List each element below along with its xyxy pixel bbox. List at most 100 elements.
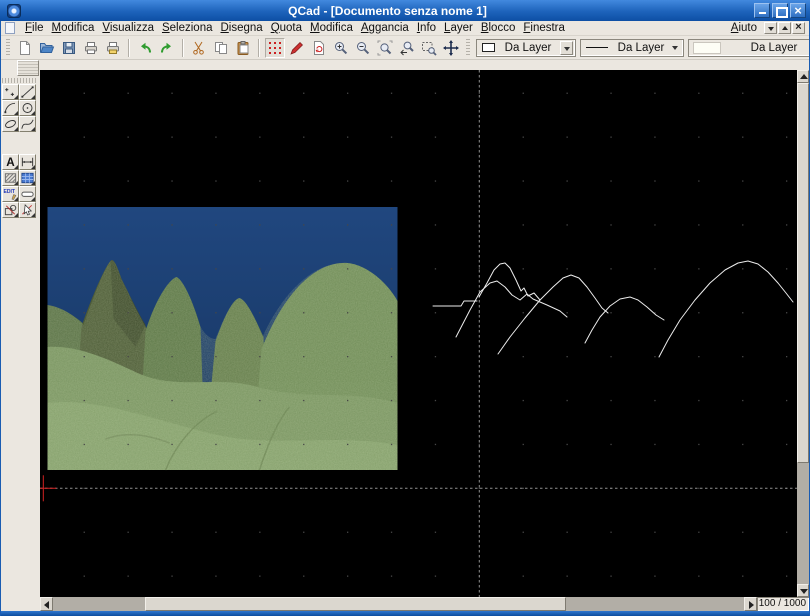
points-tool-button[interactable] [2,84,19,100]
print-icon [83,40,99,56]
text-tool-button[interactable]: A [2,154,19,170]
main-toolbar: Da Layer Da Layer Da Layer [0,36,810,60]
menu-file[interactable]: File [21,22,48,34]
edit-tool-button[interactable]: EDIT [2,186,19,202]
minimize-button[interactable] [754,3,770,18]
submenu-corner-icon [31,181,35,185]
cut-button[interactable] [189,38,209,58]
arcs-tool-button[interactable] [2,100,19,116]
menu-disegna[interactable]: Disegna [216,22,266,34]
ellipses-tool-button[interactable] [2,116,19,132]
zoom-previous-button[interactable] [397,38,417,58]
menu-finestra[interactable]: Finestra [519,22,569,34]
dimensions-tool-button[interactable] [19,154,36,170]
image-tool-button[interactable] [19,170,36,186]
paste-icon [235,40,251,56]
redo-button[interactable] [157,38,177,58]
arrow-down-icon [800,589,808,594]
qcad-app-icon [7,4,21,18]
draft-mode-button[interactable] [287,38,307,58]
mdi-restore-button[interactable] [778,22,791,34]
menu-quota[interactable]: Quota [267,22,306,34]
drawing-canvas[interactable] [40,70,797,597]
save-file-button[interactable] [59,38,79,58]
mdi-document-icon [5,22,15,34]
select-tool-button[interactable] [19,202,36,218]
menu-modifica[interactable]: Modifica [48,22,99,34]
vertical-scrollbar[interactable] [797,70,809,597]
maximize-button[interactable] [772,3,788,18]
menu-info[interactable]: Info [413,22,440,34]
circles-tool-button[interactable] [19,100,36,116]
scroll-right-button[interactable] [744,597,757,611]
tool-palette: A EDIT [0,60,40,611]
zoom-auto-button[interactable] [375,38,395,58]
line-type-sample [693,42,721,54]
open-file-icon [39,40,55,56]
splines-tool-button[interactable] [19,116,36,132]
dropdown-arrow-icon[interactable] [560,41,573,55]
scroll-left-button[interactable] [40,597,53,611]
dropdown-arrow-icon[interactable] [671,42,681,54]
new-document-button[interactable] [15,38,35,58]
menu-layer[interactable]: Layer [440,22,477,34]
blocks-tool-button[interactable] [2,202,19,218]
mdi-minimize-button[interactable] [764,22,777,34]
menu-blocco[interactable]: Blocco [477,22,520,34]
toolbar-grip[interactable] [6,39,10,57]
zoom-in-button[interactable] [331,38,351,58]
line-width-combobox[interactable]: Da Layer [580,39,684,57]
print-preview-button[interactable] [103,38,123,58]
line-type-combobox[interactable]: Da Layer [688,39,810,57]
horizontal-scrollbar[interactable] [40,597,757,611]
menu-seleziona[interactable]: Seleziona [158,22,217,34]
palette-drag-handle[interactable] [2,78,38,83]
print-button[interactable] [81,38,101,58]
line-type-value: Da Layer [723,42,810,54]
window-controls [754,3,806,18]
zoom-window-button[interactable] [419,38,439,58]
grid-toggle-icon [267,40,283,56]
scroll-down-button[interactable] [797,584,809,597]
vertical-scroll-thumb[interactable] [797,83,809,463]
cut-icon [191,40,207,56]
zoom-out-button[interactable] [353,38,373,58]
menu-visualizza[interactable]: Visualizza [98,22,158,34]
color-combobox[interactable]: Da Layer [476,39,576,57]
paste-button[interactable] [233,38,253,58]
color-value: Da Layer [498,42,558,54]
submenu-corner-icon [31,213,35,217]
copy-button[interactable] [211,38,231,58]
toolbar-separator [258,39,260,57]
submenu-corner-icon [14,213,18,217]
mdi-close-button[interactable] [792,22,805,34]
open-file-button[interactable] [37,38,57,58]
close-button[interactable] [790,3,806,18]
submenu-corner-icon [14,181,18,185]
options-toolbar-grip[interactable] [17,60,39,76]
lines-tool-button[interactable] [19,84,36,100]
submenu-corner-icon [14,197,18,201]
undo-icon [137,40,153,56]
zoom-previous-icon [399,40,415,56]
line-width-sample [586,47,608,48]
toolbar-grip[interactable] [466,39,470,57]
menu-aiuto[interactable]: Aiuto [727,22,761,34]
scroll-up-button[interactable] [797,70,809,83]
redraw-button[interactable] [309,38,329,58]
grid-toggle-button[interactable] [265,38,285,58]
menu-modifica[interactable]: Modifica [306,22,357,34]
menu-aggancia[interactable]: Aggancia [357,22,413,34]
submenu-corner-icon [14,111,18,115]
submenu-corner-icon [14,95,18,99]
window-border-bottom [0,611,810,616]
undo-button[interactable] [135,38,155,58]
pan-button[interactable] [441,38,461,58]
titlebar[interactable]: QCad - [Documento senza nome 1] [0,0,810,21]
horizontal-scroll-thumb[interactable] [145,597,566,611]
measure-tool-button[interactable] [19,186,36,202]
hatch-tool-button[interactable] [2,170,19,186]
save-file-icon [61,40,77,56]
submenu-corner-icon [14,165,18,169]
zoom-out-icon [355,40,371,56]
